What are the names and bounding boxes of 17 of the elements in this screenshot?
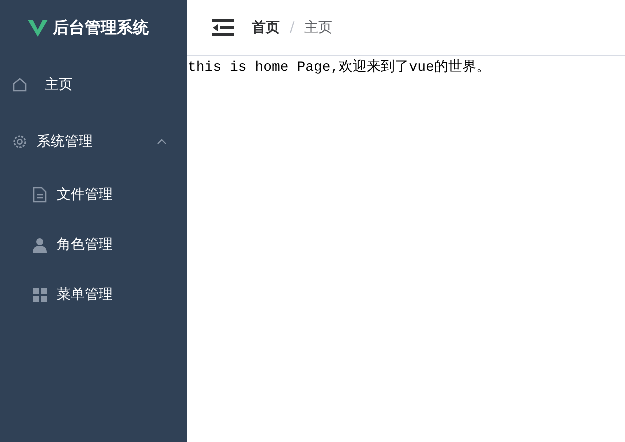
gear-icon [12,134,28,150]
person-icon [33,237,47,253]
home-icon [12,76,28,92]
menu-item[interactable]: 主页 [0,56,187,113]
breadcrumb-separator: / [290,20,295,36]
breadcrumb-item[interactable]: 首页 [252,18,280,36]
menu-item[interactable]: 系统管理 [0,113,187,170]
document-icon [33,187,47,203]
submenu-item[interactable]: 文件管理 [0,170,187,220]
submenu-item[interactable]: 角色管理 [0,220,187,270]
submenu-item[interactable]: 菜单管理 [0,270,187,320]
breadcrumb-item: 主页 [304,18,333,36]
app-title: 后台管理系统 [53,18,149,38]
welcome-text: this is home Page,欢迎来到了vue的世界。 [188,58,492,76]
menu-icon[interactable] [212,18,234,36]
grid-icon [33,288,47,302]
logo-icon [28,20,48,36]
